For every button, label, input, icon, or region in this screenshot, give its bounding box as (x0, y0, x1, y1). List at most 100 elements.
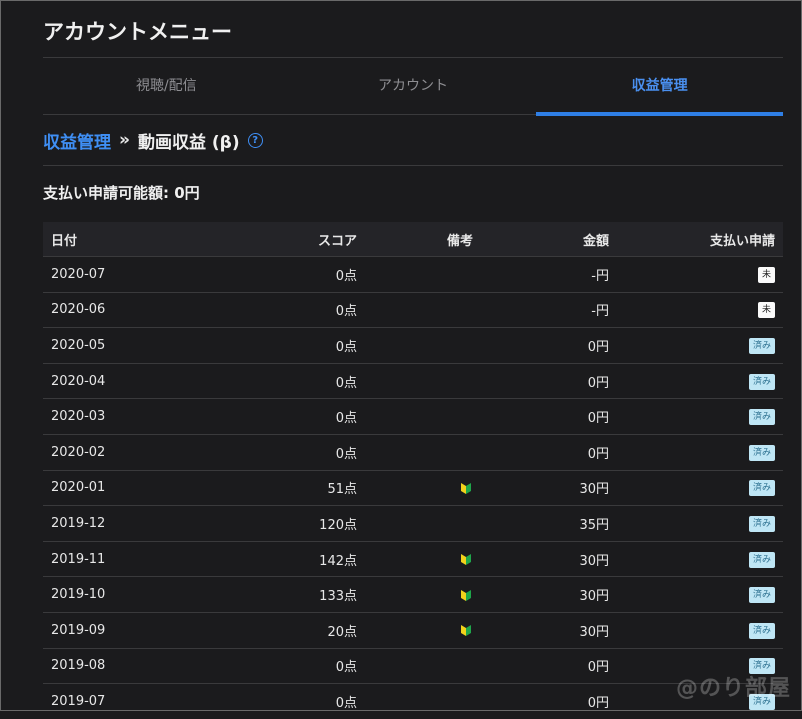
cell-date: 2019-08 (43, 647, 219, 684)
status-badge-paid: 済み (748, 444, 775, 461)
beginner-mark-icon (461, 554, 471, 566)
breadcrumb: 収益管理 » 動画収益 (β) ? (43, 115, 783, 166)
table-row: 2020-03 0点 0円 済み (43, 398, 783, 435)
table-row: 2020-02 0点 0円 済み (43, 433, 783, 471)
cell-date: 2019-10 (43, 576, 219, 613)
cell-note (365, 540, 481, 577)
cell-score: 0点 (219, 362, 365, 399)
cell-score: 133点 (219, 576, 365, 613)
cell-payment-request: 済み (617, 362, 783, 399)
table-row: 2019-07 0点 0円 済み (43, 683, 783, 719)
cell-date: 2020-04 (43, 362, 219, 399)
cell-score: 0点 (219, 647, 365, 684)
table-row: 2020-06 0点 -円 未 (43, 291, 783, 328)
cell-date: 2020-02 (43, 433, 219, 471)
cell-score: 0点 (219, 256, 365, 293)
cell-score: 0点 (219, 327, 365, 364)
cell-amount: -円 (481, 291, 617, 328)
cell-payment-request: 済み (617, 576, 783, 613)
cell-note (365, 291, 481, 328)
cell-date: 2020-01 (43, 469, 219, 506)
help-icon[interactable]: ? (247, 132, 263, 148)
watermark: @のり部屋 (675, 676, 791, 701)
status-badge-paid: 済み (748, 551, 775, 568)
cell-date: 2019-07 (43, 683, 219, 719)
cell-score: 120点 (219, 505, 365, 542)
cell-score: 51点 (219, 469, 365, 506)
header-score: スコア (317, 233, 357, 249)
table-row: 2020-05 0点 0円 済み (43, 327, 783, 364)
table-row: 2019-10 133点 30円 済み (43, 576, 783, 613)
cell-note (365, 327, 481, 364)
cell-amount: 35円 (481, 505, 617, 542)
cell-amount: -円 (481, 256, 617, 293)
status-badge-paid: 済み (748, 515, 775, 532)
cell-amount: 0円 (481, 683, 617, 719)
cell-date: 2020-07 (43, 256, 219, 293)
table-row: 2020-01 51点 30円 済み (43, 469, 783, 506)
cell-note (365, 362, 481, 399)
cell-score: 0点 (219, 398, 365, 435)
cell-amount: 30円 (481, 469, 617, 506)
cell-date: 2019-11 (43, 540, 219, 577)
cell-note (365, 611, 481, 649)
breadcrumb-separator: » (119, 130, 130, 150)
status-badge-unpaid: 未 (757, 266, 775, 283)
main-content: アカウントメニュー 視聴/配信 アカウント 収益管理 収益管理 » 動画収益 (… (43, 1, 783, 719)
tab-account[interactable]: アカウント (290, 58, 537, 114)
beginner-mark-icon (461, 589, 471, 601)
table-row: 2019-11 142点 30円 済み (43, 540, 783, 577)
status-badge-paid: 済み (748, 587, 775, 604)
status-badge-paid: 済み (748, 622, 775, 639)
cell-score: 0点 (219, 291, 365, 328)
cell-amount: 30円 (481, 576, 617, 613)
cell-note (365, 398, 481, 435)
cell-amount: 0円 (481, 433, 617, 471)
cell-payment-request: 済み (617, 611, 783, 649)
cell-date: 2020-05 (43, 327, 219, 364)
cell-note (365, 433, 481, 471)
cell-score: 20点 (219, 611, 365, 649)
cell-note (365, 576, 481, 613)
header-payment-request: 支払い申請 (709, 233, 775, 249)
cell-payment-request: 未 (617, 291, 783, 328)
cell-amount: 0円 (481, 327, 617, 364)
cell-payment-request: 済み (617, 469, 783, 506)
cell-payment-request: 済み (617, 398, 783, 435)
cell-amount: 30円 (481, 611, 617, 649)
cell-amount: 0円 (481, 362, 617, 399)
beginner-mark-icon (461, 482, 471, 494)
cell-date: 2019-12 (43, 505, 219, 542)
status-badge-unpaid: 未 (757, 302, 775, 319)
header-amount: 金額 (582, 233, 609, 249)
cell-payment-request: 済み (617, 433, 783, 471)
revenue-table: 日付 スコア 備考 金額 支払い申請 2020-07 0点 -円未 2020-06 0点… (43, 222, 783, 719)
table-header-row: 日付 スコア 備考 金額 支払い申請 (43, 222, 783, 257)
table-row: 2019-12 120点 35円 済み (43, 505, 783, 542)
breadcrumb-current: 動画収益 (β) (137, 132, 240, 153)
cell-note (365, 505, 481, 542)
page-frame: アカウントメニュー 視聴/配信 アカウント 収益管理 収益管理 » 動画収益 (… (0, 0, 802, 719)
cell-note (365, 647, 481, 684)
cell-score: 0点 (219, 683, 365, 719)
tab-viewing-broadcast[interactable]: 視聴/配信 (43, 58, 290, 114)
tab-revenue-management[interactable]: 収益管理 (536, 58, 783, 116)
cell-amount: 0円 (481, 647, 617, 684)
header-date: 日付 (51, 233, 78, 249)
cell-payment-request: 済み (617, 327, 783, 364)
cell-note (365, 683, 481, 719)
page-title: アカウントメニュー (43, 19, 783, 58)
status-badge-paid: 済み (748, 409, 775, 426)
cell-note (365, 256, 481, 293)
status-badge-paid: 済み (748, 373, 775, 390)
cell-amount: 30円 (481, 540, 617, 577)
cell-payment-request: 未 (617, 256, 783, 293)
table-row: 2020-04 0点 0円 済み (43, 362, 783, 399)
status-badge-paid: 済み (748, 337, 775, 354)
cell-note (365, 469, 481, 506)
status-badge-paid: 済み (748, 480, 775, 497)
cell-date: 2020-06 (43, 291, 219, 328)
cell-amount: 0円 (481, 398, 617, 435)
breadcrumb-parent-link[interactable]: 収益管理 (43, 128, 111, 153)
cell-payment-request: 済み (617, 505, 783, 542)
